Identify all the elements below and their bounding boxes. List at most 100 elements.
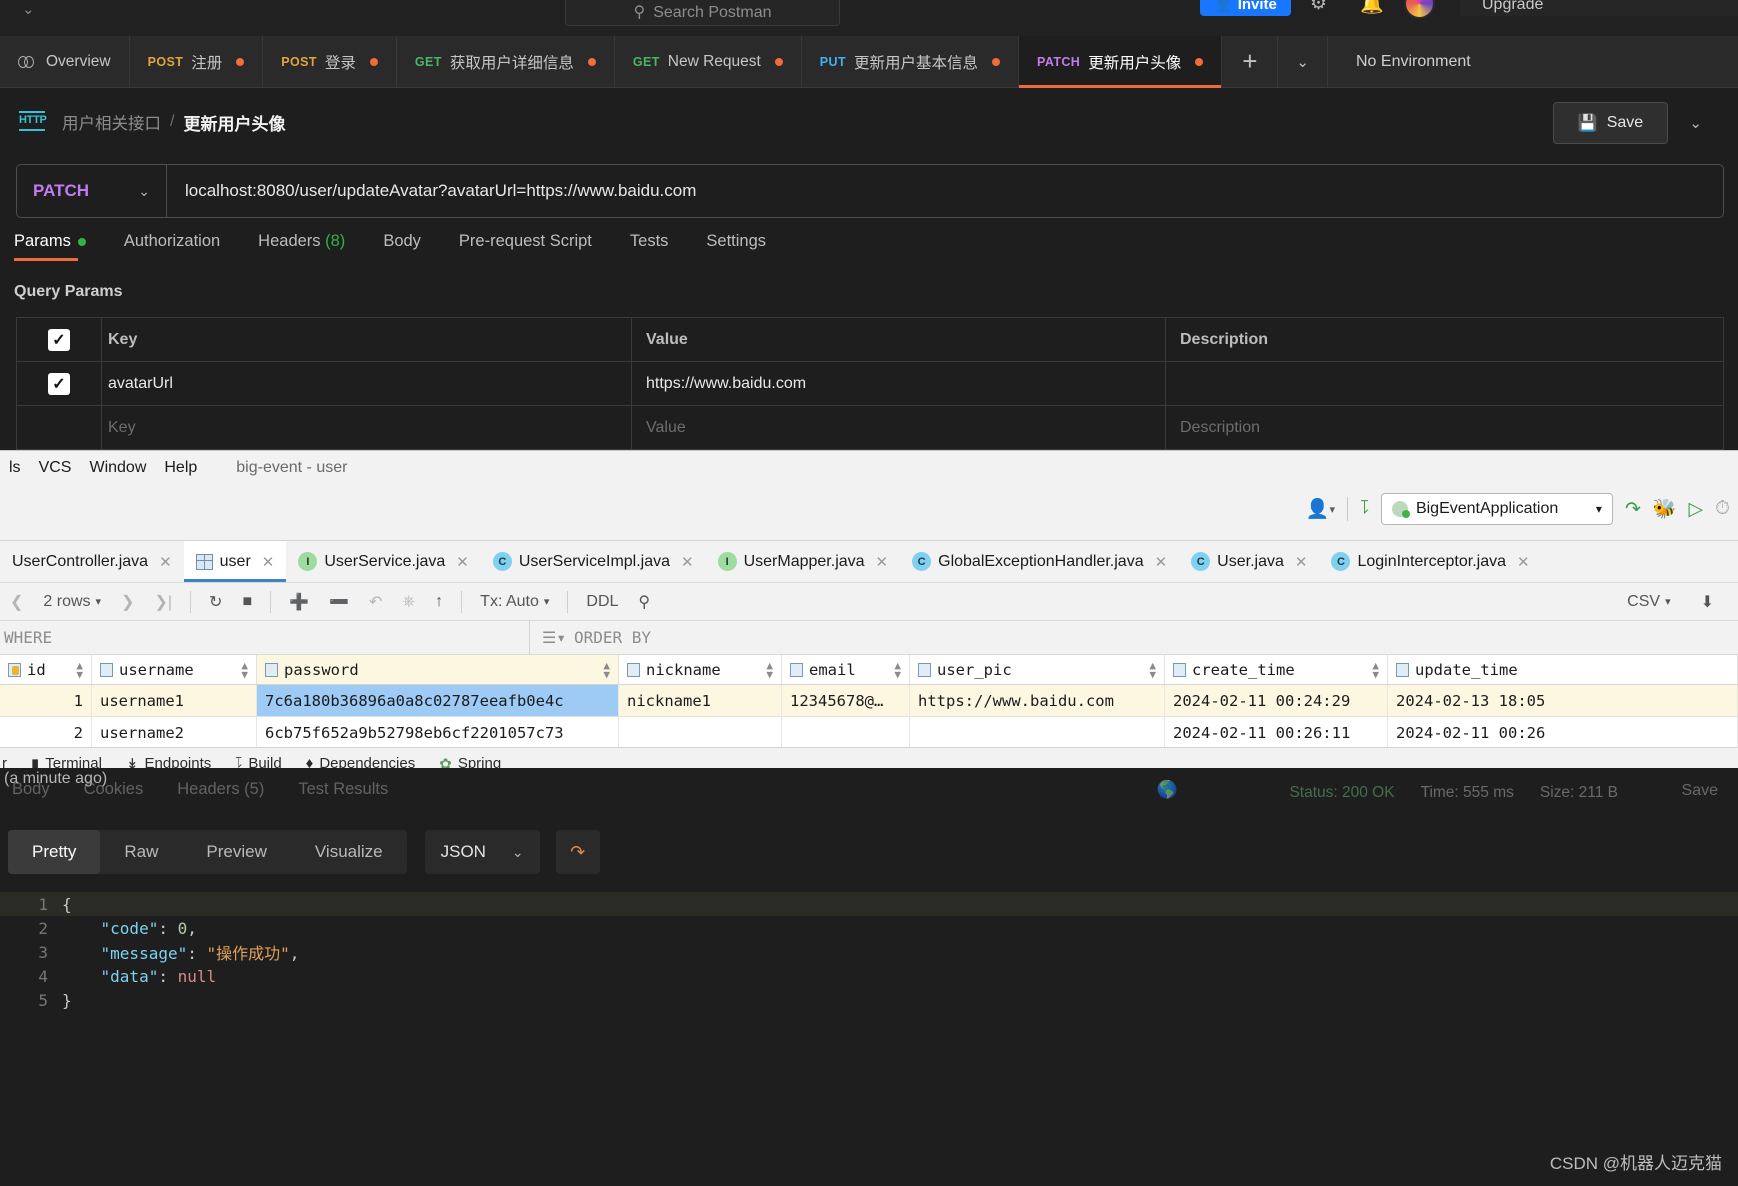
export-format-selector[interactable]: CSV ▾ — [1617, 593, 1680, 611]
search-icon[interactable]: ⚲ — [628, 592, 660, 612]
tab-params[interactable]: Params — [14, 232, 104, 261]
save-response-button[interactable]: Save — [1682, 782, 1718, 800]
tab-zhuce[interactable]: POST 注册 — [130, 36, 264, 87]
cell-username[interactable]: username1 — [92, 685, 257, 716]
breadcrumb-parent[interactable]: 用户相关接口 — [62, 110, 161, 134]
tab-overview[interactable]: Overview — [0, 36, 130, 87]
file-tab-userserviceimpl[interactable]: C UserServiceImpl.java ✕ — [481, 541, 706, 582]
param-key-placeholder[interactable]: Key — [101, 406, 631, 449]
tab-tests[interactable]: Tests — [630, 232, 687, 261]
sort-toggle-icon[interactable]: ▲ ▼ — [1372, 660, 1379, 680]
cell-email[interactable] — [782, 717, 910, 748]
tab-response-body[interactable]: Body — [12, 780, 50, 799]
close-icon[interactable]: ✕ — [681, 553, 694, 571]
cell-password[interactable]: 7c6a180b36896a0a8c02787eeafb0e4c — [257, 685, 619, 716]
grid-col-update-time[interactable]: update_time — [1388, 655, 1738, 684]
cell-create-time[interactable]: 2024-02-11 00:24:29 — [1165, 685, 1388, 716]
run-configuration-selector[interactable]: BigEventApplication ▾ — [1380, 493, 1613, 525]
reload-icon[interactable]: ↻ — [199, 592, 232, 612]
environment-selector[interactable]: No Environment — [1328, 36, 1471, 87]
wrap-lines-button[interactable]: ↷ — [555, 830, 600, 874]
tab-response-headers[interactable]: Headers (5) — [177, 780, 264, 799]
grid-col-password[interactable]: password ▲ ▼ — [257, 655, 619, 684]
grid-col-username[interactable]: username ▲ ▼ — [92, 655, 257, 684]
save-options-chevron-icon[interactable]: ⌄ — [1689, 114, 1702, 132]
close-icon[interactable]: ✕ — [262, 553, 275, 571]
settings-gear-icon[interactable]: ⚙ — [1310, 0, 1327, 15]
tab-pre-request-script[interactable]: Pre-request Script — [459, 232, 610, 261]
next-page-icon[interactable]: ❯ — [111, 592, 144, 612]
run-icon[interactable]: ↷ — [1625, 498, 1641, 521]
profiler-icon[interactable]: ⏱ — [1715, 498, 1730, 520]
user-account-icon[interactable]: 👤 ▾ — [1306, 497, 1335, 521]
table-row-empty[interactable]: Key Value Description — [17, 406, 1723, 450]
menu-tools[interactable]: ls — [0, 459, 30, 477]
stop-icon[interactable]: ■ — [232, 593, 262, 611]
last-page-icon[interactable]: ❯| — [144, 592, 182, 612]
param-value-placeholder[interactable]: Value — [631, 406, 1165, 449]
menu-help[interactable]: Help — [155, 459, 206, 477]
tab-response-cookies[interactable]: Cookies — [84, 780, 144, 799]
cell-user-pic[interactable]: https://www.baidu.com — [910, 685, 1165, 716]
grid-col-email[interactable]: email ▲ ▼ — [782, 655, 910, 684]
close-icon[interactable]: ✕ — [1295, 553, 1308, 571]
checkbox-checked-icon[interactable]: ✓ — [48, 328, 70, 351]
download-icon[interactable]: ⬇ — [1691, 592, 1724, 612]
select-all-cell[interactable]: ✓ — [17, 328, 101, 351]
format-raw[interactable]: Raw — [100, 830, 182, 874]
cell-create-time[interactable]: 2024-02-11 00:26:11 — [1165, 717, 1388, 748]
submit-icon[interactable]: ↑ — [425, 593, 453, 611]
search-input[interactable]: ⚲ Search Postman — [565, 0, 840, 26]
close-icon[interactable]: ✕ — [1517, 553, 1530, 571]
revert-selected-icon[interactable]: ⎈ — [392, 593, 425, 611]
method-selector[interactable]: PATCH ⌄ — [17, 165, 167, 217]
previous-page-icon[interactable]: ❮ — [0, 592, 33, 612]
upgrade-button[interactable]: Upgrade — [1460, 0, 1738, 16]
param-key[interactable]: avatarUrl — [101, 362, 631, 405]
file-tab-user-table[interactable]: user ✕ — [183, 541, 287, 582]
format-preview[interactable]: Preview — [182, 830, 290, 874]
response-language-selector[interactable]: JSON ⌄ — [424, 830, 540, 874]
tab-user-detail[interactable]: GET 获取用户详细信息 — [397, 36, 615, 87]
cell-password[interactable]: 6cb75f652a9b52798eb6cf2201057c73 — [257, 717, 619, 748]
file-tab-userservice[interactable]: I UserService.java ✕ — [286, 541, 481, 582]
invite-button[interactable]: 👤 Invite — [1200, 0, 1291, 16]
response-body-viewer[interactable]: 1 { 2 "code": 0, 3 "message": "操作成功", 4 … — [0, 892, 1738, 1012]
transaction-mode-selector[interactable]: Tx: Auto ▾ — [470, 593, 559, 611]
menu-vcs[interactable]: VCS — [30, 459, 81, 477]
cell-username[interactable]: username2 — [92, 717, 257, 748]
tab-body[interactable]: Body — [383, 232, 439, 261]
table-row[interactable]: ✓ avatarUrl https://www.baidu.com — [17, 362, 1723, 406]
cell-update-time[interactable]: 2024-02-13 18:05 — [1388, 685, 1738, 716]
new-tab-button[interactable]: + — [1222, 36, 1279, 87]
cell-update-time[interactable]: 2024-02-11 00:26 — [1388, 717, 1738, 748]
grid-col-nickname[interactable]: nickname ▲ ▼ — [619, 655, 782, 684]
add-row-icon[interactable]: ➕ — [279, 592, 319, 612]
tab-new-request[interactable]: GET New Request — [615, 36, 802, 87]
file-tab-usermapper[interactable]: I UserMapper.java ✕ — [706, 541, 901, 582]
tab-update-avatar[interactable]: PATCH 更新用户头像 — [1019, 36, 1223, 88]
row-count-selector[interactable]: 2 rows ▾ — [33, 593, 111, 611]
param-description-placeholder[interactable]: Description — [1165, 406, 1723, 449]
menu-window[interactable]: Window — [80, 459, 155, 477]
build-hammer-icon[interactable]: ⥝ — [1360, 498, 1369, 520]
sort-toggle-icon[interactable]: ▲ ▼ — [76, 660, 83, 680]
debug-bug-icon[interactable]: 🐝 — [1653, 497, 1677, 521]
ddl-button[interactable]: DDL — [576, 593, 628, 611]
tab-update-user-info[interactable]: PUT 更新用户基本信息 — [802, 36, 1020, 87]
param-description[interactable] — [1165, 362, 1723, 405]
grid-col-id[interactable]: id ▲ ▼ — [0, 655, 92, 684]
tab-headers[interactable]: Headers (8) — [258, 232, 363, 261]
cell-nickname[interactable]: nickname1 — [619, 685, 782, 716]
delete-row-icon[interactable]: ➖ — [319, 592, 359, 612]
param-value[interactable]: https://www.baidu.com — [631, 362, 1165, 405]
format-visualize[interactable]: Visualize — [291, 830, 407, 874]
notifications-bell-icon[interactable]: 🔔 — [1360, 0, 1384, 16]
cell-email[interactable]: 12345678@… — [782, 685, 910, 716]
order-by-input[interactable]: ☰▾ ORDER BY — [530, 628, 651, 647]
grid-col-create-time[interactable]: create_time ▲ ▼ — [1165, 655, 1388, 684]
avatar[interactable] — [1404, 0, 1435, 19]
table-row[interactable]: 2 username2 6cb75f652a9b52798eb6cf220105… — [0, 717, 1738, 749]
sort-toggle-icon[interactable]: ▲ ▼ — [894, 660, 901, 680]
sort-toggle-icon[interactable]: ▲ ▼ — [1149, 660, 1156, 680]
